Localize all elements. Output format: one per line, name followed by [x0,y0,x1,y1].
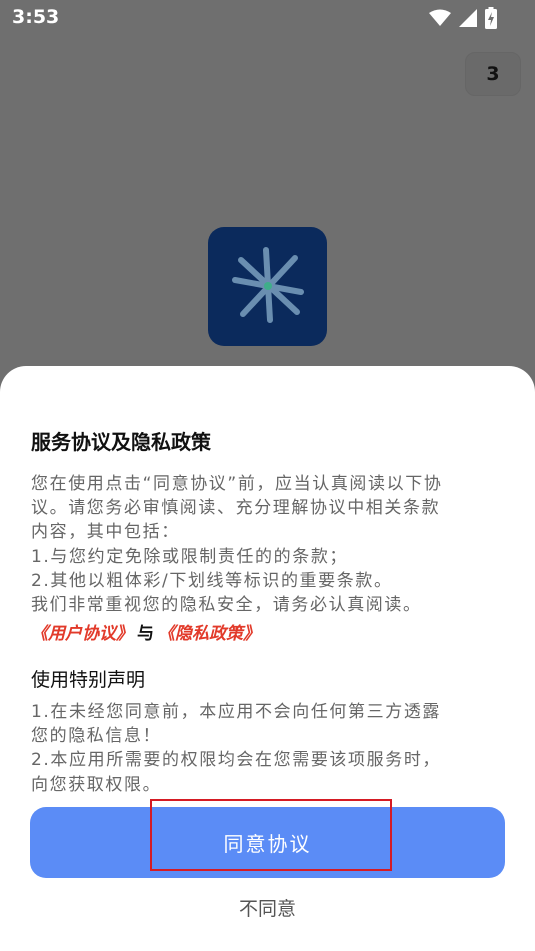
special-statement: 1.在未经您同意前，本应用不会向任何第三方透露 您的隐私信息！ 2.本应用所需要… [31,700,506,797]
agreement-links: 《用户协议》与《隐私政策》 [31,619,260,644]
user-agreement-link[interactable]: 《用户协议》 [31,624,133,644]
app-logo [208,227,327,346]
and-text: 与 [137,624,154,644]
intro-line: 我们非常重视您的隐私安全，请务必认真阅读。 [31,595,422,616]
status-time: 3:53 [12,6,60,28]
wifi-icon [429,9,451,31]
intro-line: 1.与您约定免除或限制责任的的条款； [31,546,349,567]
statement-line: 向您获取权限。 [31,774,162,795]
special-statement-title: 使用特别声明 [31,669,146,691]
statement-line: 您的隐私信息！ [31,726,162,747]
status-bar: 3:53 [0,0,535,36]
agreement-intro: 您在使用点击“同意协议”前，应当认真阅读以下协 议。请您务必审慎阅读、充分理解协… [31,472,506,617]
status-icons [429,7,497,33]
signal-icon [459,9,477,31]
intro-line: 2.其他以粗体彩/下划线等标识的重要条款。 [31,570,393,591]
privacy-dialog: 服务协议及隐私政策 您在使用点击“同意协议”前，应当认真阅读以下协 议。请您务必… [0,366,535,951]
disagree-button[interactable]: 不同意 [0,894,535,921]
skip-countdown-button[interactable]: 3 [465,52,521,96]
asterisk-logo-icon [223,240,313,334]
intro-line: 议。请您务必审慎阅读、充分理解协议中相关条款 [31,498,441,519]
statement-line: 2.本应用所需要的权限均会在您需要该项服务时， [31,750,442,771]
intro-line: 内容，其中包括： [31,522,180,543]
highlight-box [150,799,392,871]
dialog-title: 服务协议及隐私政策 [31,430,211,454]
battery-charging-icon [485,7,497,33]
privacy-policy-link[interactable]: 《隐私政策》 [158,624,260,644]
intro-line: 您在使用点击“同意协议”前，应当认真阅读以下协 [31,474,443,494]
statement-line: 1.在未经您同意前，本应用不会向任何第三方透露 [31,702,442,722]
